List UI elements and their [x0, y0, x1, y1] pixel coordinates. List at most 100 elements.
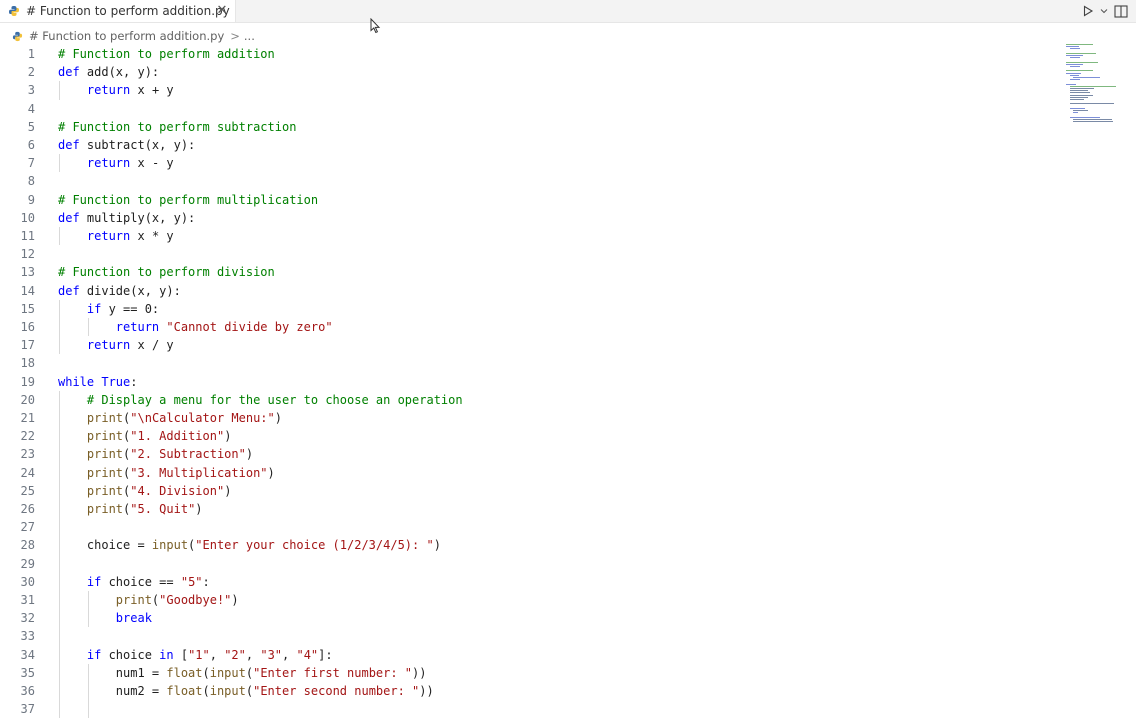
- code-line[interactable]: 27: [0, 518, 1060, 536]
- minimap-line: [1069, 92, 1091, 94]
- minimap-line: [1073, 112, 1078, 114]
- close-icon[interactable]: ✕: [214, 2, 230, 20]
- line-number: 32: [20, 611, 35, 626]
- line-number: 30: [20, 574, 35, 589]
- code-line[interactable]: 18: [0, 354, 1060, 372]
- line-number: 4: [27, 101, 35, 116]
- code-text: print("\nCalculator Menu:"): [86, 411, 282, 425]
- code-line[interactable]: 31 print("Goodbye!"): [0, 591, 1060, 609]
- line-number: 10: [20, 210, 35, 225]
- code-text: # Function to perform addition: [58, 47, 275, 61]
- code-text: print("4. Division"): [86, 483, 232, 498]
- line-number: 37: [20, 702, 35, 717]
- code-line[interactable]: 5 # Function to perform subtraction: [0, 118, 1060, 136]
- python-file-icon: [9, 6, 19, 16]
- breadcrumb: # Function to perform addition.py > ...: [12, 28, 255, 44]
- code-line[interactable]: 20 # Display a menu for the user to choo…: [0, 391, 1060, 409]
- editor-toolbar: [1082, 2, 1128, 20]
- code-line[interactable]: 14 def divide(x, y):: [0, 282, 1060, 300]
- line-number: 29: [20, 556, 35, 571]
- code-line[interactable]: 13 # Function to perform division: [0, 263, 1060, 281]
- minimap-line: [1073, 118, 1112, 120]
- code-line[interactable]: 1 # Function to perform addition: [0, 45, 1060, 63]
- indent-guide: [58, 299, 60, 355]
- line-number: 14: [20, 283, 35, 298]
- line-number: 16: [20, 320, 35, 334]
- code-text: return x / y: [86, 338, 174, 353]
- code-line[interactable]: 34 if choice in ["1", "2", "3", "4"]:: [0, 646, 1060, 664]
- code-text: while True:: [58, 374, 138, 389]
- line-number: 13: [20, 265, 35, 280]
- code-line[interactable]: 17 return x / y: [0, 336, 1060, 354]
- code-line[interactable]: 36 num2 = float(input("Enter second numb…: [0, 682, 1060, 700]
- code-line[interactable]: 26 print("5. Quit"): [0, 500, 1060, 518]
- code-editor[interactable]: 1 # Function to perform addition 2 def add(…: [0, 45, 1060, 720]
- code-line[interactable]: 12: [0, 245, 1060, 263]
- breadcrumb-more[interactable]: ...: [244, 29, 255, 43]
- mouse-cursor-icon: [370, 18, 381, 34]
- code-line[interactable]: 3 return x + y: [0, 81, 1060, 99]
- code-line[interactable]: 16 return "Cannot divide by zero": [0, 318, 1060, 336]
- code-line[interactable]: 8: [0, 172, 1060, 190]
- line-number: 24: [20, 465, 35, 480]
- code-line[interactable]: 21 print("\nCalculator Menu:"): [0, 409, 1060, 427]
- code-line[interactable]: 11 return x * y: [0, 227, 1060, 245]
- indent-guide: [58, 227, 60, 246]
- line-number: 25: [20, 483, 35, 498]
- code-text: print("Goodbye!"): [115, 593, 239, 607]
- code-line[interactable]: 4: [0, 100, 1060, 118]
- line-number: 2: [27, 65, 35, 80]
- line-number: 1: [27, 47, 35, 61]
- code-text: return x * y: [86, 229, 174, 243]
- line-number: 11: [20, 229, 35, 243]
- code-text: break: [115, 611, 152, 626]
- minimap-line: [1069, 103, 1114, 105]
- line-number: 21: [20, 411, 35, 425]
- code-line[interactable]: 28 choice = input("Enter your choice (1/…: [0, 536, 1060, 554]
- code-line[interactable]: 35 num1 = float(input("Enter first numbe…: [0, 664, 1060, 682]
- code-line[interactable]: 9 # Function to perform multiplication: [0, 191, 1060, 209]
- code-line[interactable]: 33: [0, 627, 1060, 645]
- minimap[interactable]: [1062, 44, 1128, 128]
- code-text: # Function to perform multiplication: [58, 192, 319, 207]
- code-line[interactable]: 30 if choice == "5":: [0, 573, 1060, 591]
- minimap-line: [1069, 66, 1081, 67]
- line-number: 34: [20, 647, 35, 662]
- line-number: 26: [20, 502, 35, 516]
- code-text: num1 = float(input("Enter first number: …: [58, 665, 427, 680]
- code-line[interactable]: 22 print("1. Addition"): [0, 427, 1060, 445]
- minimap-line: [1073, 77, 1101, 78]
- breadcrumb-file[interactable]: # Function to perform addition.py: [29, 29, 224, 43]
- code-line[interactable]: 24 print("3. Multiplication"): [0, 464, 1060, 482]
- code-line[interactable]: 6 def subtract(x, y):: [0, 136, 1060, 154]
- code-line[interactable]: 10 def multiply(x, y):: [0, 209, 1060, 227]
- minimap-line: [1069, 107, 1085, 109]
- code-line[interactable]: 15 if y == 0:: [0, 300, 1060, 318]
- code-line[interactable]: 37: [0, 700, 1060, 718]
- code-line[interactable]: 7 return x - y: [0, 154, 1060, 172]
- code-line[interactable]: 2 def add(x, y):: [0, 63, 1060, 81]
- line-number: 3: [27, 83, 35, 98]
- minimap-line: [1069, 48, 1081, 50]
- code-text: print("3. Multiplication"): [86, 465, 275, 480]
- minimap-line: [1069, 74, 1079, 76]
- minimap-line: [1073, 110, 1089, 111]
- indent-guide: [58, 154, 60, 173]
- play-icon[interactable]: [1082, 2, 1094, 20]
- minimap-line: [1069, 88, 1094, 89]
- code-line[interactable]: 25 print("4. Division"): [0, 482, 1060, 500]
- code-line[interactable]: 23 print("2. Subtraction"): [0, 445, 1060, 463]
- code-line[interactable]: 19 while True:: [0, 373, 1060, 391]
- indent-guide: [87, 663, 89, 719]
- split-editor-icon[interactable]: [1114, 2, 1128, 20]
- line-number: 12: [20, 247, 35, 262]
- code-line[interactable]: 32 break: [0, 609, 1060, 627]
- code-text: # Function to perform subtraction: [58, 119, 297, 134]
- minimap-line: [1069, 99, 1084, 100]
- minimap-line: [1066, 55, 1084, 56]
- code-text: return "Cannot divide by zero": [115, 320, 333, 334]
- tab-active-file[interactable]: # Function to perform addition.py ✕: [0, 0, 236, 22]
- code-text: choice = input("Enter your choice (1/2/3…: [58, 538, 441, 553]
- chevron-down-icon[interactable]: [1100, 2, 1108, 20]
- code-line[interactable]: 29: [0, 555, 1060, 573]
